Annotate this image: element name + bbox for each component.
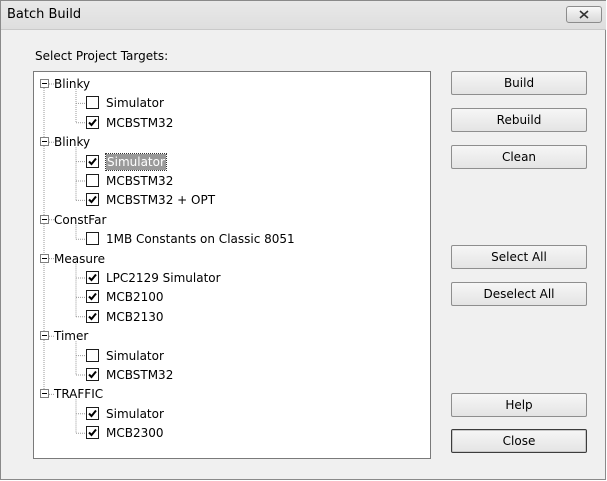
tree-target-label: MCB2100	[106, 290, 164, 305]
title-bar: Batch Build	[1, 1, 606, 30]
checked-checkbox[interactable]	[86, 406, 99, 420]
build-button[interactable]: Build	[451, 71, 587, 95]
collapse-minus-icon[interactable]	[40, 214, 49, 224]
tree-target-label: MCBSTM32	[106, 115, 174, 130]
project-targets-tree[interactable]: Blinky Simulator MCBSTM32 Blinky Simulator MC…	[33, 71, 431, 459]
checked-checkbox[interactable]	[86, 309, 99, 323]
checkmark-icon	[88, 429, 97, 437]
collapse-minus-icon[interactable]	[40, 389, 49, 399]
batch-build-dialog: Batch Build Select Project Targets: Blin…	[0, 0, 606, 480]
checked-checkbox[interactable]	[86, 290, 99, 304]
collapse-minus-icon[interactable]	[40, 79, 49, 88]
tree-parent-label: Measure	[54, 251, 105, 266]
checkmark-icon	[88, 293, 97, 301]
collapse-minus-icon[interactable]	[40, 253, 49, 263]
tree-target-label: Simulator	[106, 406, 164, 421]
tree-target-label: Simulator	[106, 96, 164, 111]
tree-target-label: 1MB Constants on Classic 8051	[106, 232, 295, 247]
tree-target-label: Simulator	[106, 348, 164, 363]
help-button[interactable]: Help	[451, 393, 587, 417]
tree-parent-label: ConstFar	[54, 212, 107, 227]
select-all-button[interactable]: Select All	[451, 245, 587, 269]
window-close-button[interactable]	[566, 6, 602, 23]
tree-parent-label: TRAFFIC	[54, 387, 104, 402]
tree-target-label: MCB2130	[106, 309, 164, 324]
tree-target-label: LPC2129 Simulator	[106, 271, 221, 285]
tree-target-label: MCB2300	[106, 426, 164, 441]
checked-checkbox[interactable]	[86, 426, 99, 440]
checked-checkbox[interactable]	[86, 154, 99, 168]
select-targets-label: Select Project Targets:	[35, 49, 169, 63]
checked-checkbox[interactable]	[86, 271, 99, 284]
close-icon	[579, 10, 589, 19]
checkmark-icon	[88, 370, 97, 379]
collapse-minus-icon[interactable]	[40, 331, 49, 341]
tree-target-label: MCBSTM32	[106, 368, 174, 382]
checked-checkbox[interactable]	[86, 193, 99, 207]
close-button[interactable]: Close	[451, 429, 587, 453]
unchecked-checkbox[interactable]	[86, 232, 99, 246]
unchecked-checkbox[interactable]	[86, 96, 99, 110]
checkmark-icon	[88, 409, 97, 418]
tree-parent-label: Timer	[54, 329, 89, 344]
unchecked-checkbox[interactable]	[86, 348, 99, 362]
tree-target-label: MCBSTM32	[106, 174, 174, 188]
tree-target-label: MCBSTM32 + OPT	[106, 193, 216, 208]
unchecked-checkbox[interactable]	[86, 174, 99, 187]
deselect-all-button[interactable]: Deselect All	[451, 282, 587, 306]
collapse-minus-icon[interactable]	[40, 137, 49, 147]
checkmark-icon	[88, 196, 97, 204]
tree-parent-label: Blinky	[54, 77, 91, 91]
checkmark-icon	[88, 157, 97, 166]
tree-target-label: Simulator	[105, 152, 167, 171]
window-title: Batch Build	[7, 7, 82, 22]
clean-button[interactable]: Clean	[451, 145, 587, 169]
rebuild-button[interactable]: Rebuild	[451, 108, 587, 132]
checked-checkbox[interactable]	[86, 368, 99, 381]
tree-parent-label: Blinky	[54, 135, 91, 150]
checkmark-icon	[88, 312, 97, 321]
checkmark-icon	[88, 273, 97, 282]
checked-checkbox[interactable]	[86, 115, 99, 129]
checkmark-icon	[88, 118, 97, 127]
